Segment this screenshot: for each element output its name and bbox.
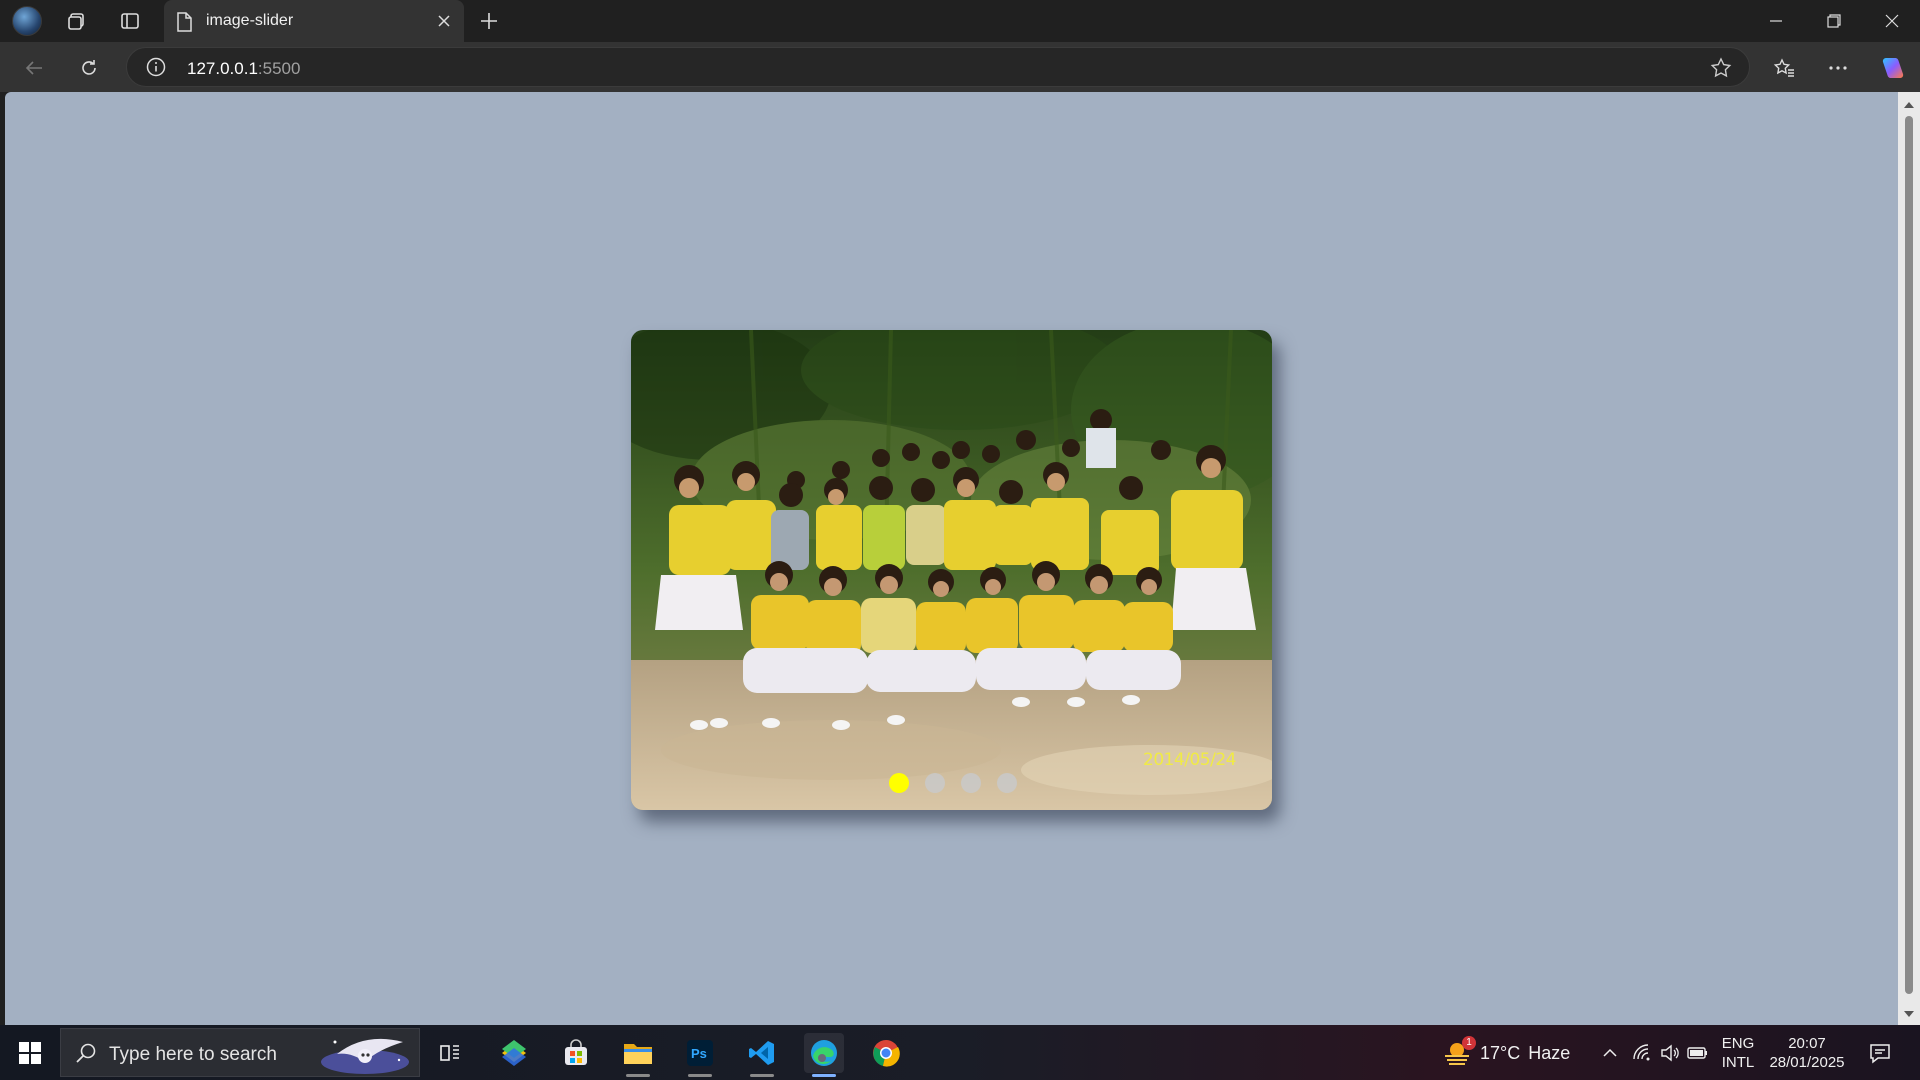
task-view-icon[interactable] xyxy=(430,1033,470,1073)
page-scrollbar[interactable] xyxy=(1898,92,1920,1025)
search-placeholder: Type here to search xyxy=(109,1044,277,1065)
language-code: ENG xyxy=(1721,1035,1755,1052)
search-highlight-illustration xyxy=(317,1032,413,1074)
minimize-button[interactable] xyxy=(1748,0,1804,42)
taskbar-clock[interactable]: 20:07 28/01/2025 xyxy=(1762,1034,1852,1072)
image-slider[interactable]: 2014/05/24 xyxy=(631,330,1272,810)
tab-title: image-slider xyxy=(206,12,294,29)
new-tab-button[interactable] xyxy=(474,6,504,36)
windows-start-icon[interactable] xyxy=(10,1033,50,1073)
browser-toolbar: 127.0.0.1:5500 xyxy=(0,42,1920,92)
windows-taskbar: Type here to search Ps 1 17°C Haze ENG I… xyxy=(0,1025,1920,1080)
address-bar[interactable]: 127.0.0.1:5500 xyxy=(126,47,1750,87)
copilot-icon[interactable] xyxy=(1876,52,1908,84)
scrollbar-thumb[interactable] xyxy=(1905,116,1913,994)
bluestacks-icon[interactable] xyxy=(494,1033,534,1073)
file-explorer-icon[interactable] xyxy=(618,1033,658,1077)
chrome-icon[interactable] xyxy=(866,1033,906,1073)
browser-tab-strip: image-slider xyxy=(0,0,1920,42)
refresh-icon[interactable] xyxy=(73,52,105,84)
slider-dot-2[interactable] xyxy=(925,773,945,793)
slide-photo xyxy=(631,330,1272,810)
show-hidden-icons-chevron-icon[interactable] xyxy=(1592,1033,1628,1073)
profile-avatar[interactable] xyxy=(12,6,42,36)
close-tab-icon[interactable] xyxy=(432,9,456,33)
scroll-down-arrow-icon[interactable] xyxy=(1903,1007,1915,1019)
weather-haze-icon: 1 xyxy=(1442,1036,1476,1068)
scroll-up-arrow-icon[interactable] xyxy=(1903,98,1915,110)
restore-button[interactable] xyxy=(1806,0,1862,42)
weather-alert-badge: 1 xyxy=(1462,1036,1476,1050)
weather-condition: Haze xyxy=(1528,1042,1571,1063)
clock-date: 28/01/2025 xyxy=(1769,1054,1845,1071)
keyboard-layout: INTL xyxy=(1721,1054,1755,1071)
clock-time: 20:07 xyxy=(1788,1035,1826,1052)
photo-date-stamp: 2014/05/24 xyxy=(1143,750,1236,770)
notification-center-icon[interactable] xyxy=(1860,1033,1900,1073)
microsoft-store-icon[interactable] xyxy=(556,1033,596,1073)
tab-image-slider[interactable]: image-slider xyxy=(164,0,464,42)
more-options-icon[interactable] xyxy=(1822,52,1854,84)
slider-dot-3[interactable] xyxy=(961,773,981,793)
slider-dot-1[interactable] xyxy=(889,773,909,793)
weather-widget[interactable]: 1 17°C Haze xyxy=(1442,1036,1571,1068)
edge-icon[interactable] xyxy=(804,1033,844,1077)
svg-text:Ps: Ps xyxy=(691,1046,707,1061)
workspaces-icon[interactable] xyxy=(62,6,92,36)
vscode-icon[interactable] xyxy=(742,1033,782,1077)
photoshop-icon[interactable]: Ps xyxy=(680,1033,720,1077)
vertical-tabs-icon[interactable] xyxy=(115,6,145,36)
site-info-icon[interactable] xyxy=(145,56,167,78)
battery-icon[interactable] xyxy=(1680,1033,1716,1073)
weather-temperature: 17°C xyxy=(1480,1042,1521,1063)
input-language-indicator[interactable]: ENG INTL xyxy=(1716,1034,1760,1072)
page-viewport: 2014/05/24 xyxy=(5,92,1898,1025)
page-document-icon xyxy=(176,12,192,37)
back-arrow-icon[interactable] xyxy=(18,52,50,84)
favorites-icon[interactable] xyxy=(1768,52,1800,84)
slider-pagination xyxy=(889,773,1017,793)
url-text[interactable]: 127.0.0.1:5500 xyxy=(187,59,300,79)
taskbar-search-box[interactable]: Type here to search xyxy=(60,1028,420,1077)
favorite-star-icon[interactable] xyxy=(1709,56,1733,80)
slider-dot-4[interactable] xyxy=(997,773,1017,793)
search-icon xyxy=(75,1042,97,1069)
close-window-button[interactable] xyxy=(1864,0,1920,42)
